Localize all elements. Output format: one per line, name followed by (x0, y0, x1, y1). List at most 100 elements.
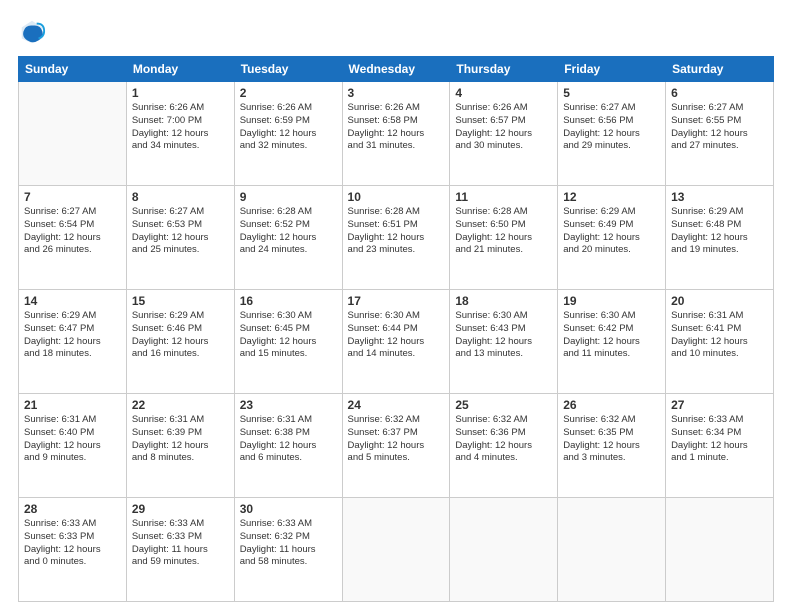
calendar-cell: 28 Sunrise: 6:33 AM Sunset: 6:33 PM Dayli… (19, 498, 127, 602)
calendar-cell: 21 Sunrise: 6:31 AM Sunset: 6:40 PM Dayli… (19, 394, 127, 498)
day-number: 4 (455, 86, 552, 100)
calendar-cell: 4 Sunrise: 6:26 AM Sunset: 6:57 PM Daylig… (450, 82, 558, 186)
day-info: Sunrise: 6:31 AM Sunset: 6:41 PM Dayligh… (671, 310, 768, 361)
calendar-cell: 3 Sunrise: 6:26 AM Sunset: 6:58 PM Daylig… (342, 82, 450, 186)
day-number: 1 (132, 86, 229, 100)
calendar-header: SundayMondayTuesdayWednesdayThursdayFrid… (19, 57, 774, 82)
calendar-cell: 13 Sunrise: 6:29 AM Sunset: 6:48 PM Dayli… (666, 186, 774, 290)
calendar-cell: 8Sunrise: 6:27 AM Sunset: 6:53 PM Daylig… (126, 186, 234, 290)
calendar-cell: 9Sunrise: 6:28 AM Sunset: 6:52 PM Daylig… (234, 186, 342, 290)
header (18, 18, 774, 46)
calendar-cell: 26 Sunrise: 6:32 AM Sunset: 6:35 PM Dayli… (558, 394, 666, 498)
calendar-cell: 5Sunrise: 6:27 AM Sunset: 6:56 PM Daylig… (558, 82, 666, 186)
calendar-cell: 17 Sunrise: 6:30 AM Sunset: 6:44 PM Dayli… (342, 290, 450, 394)
calendar-cell: 30 Sunrise: 6:33 AM Sunset: 6:32 PM Dayli… (234, 498, 342, 602)
day-number: 14 (24, 294, 121, 308)
day-info: Sunrise: 6:31 AM Sunset: 6:40 PM Dayligh… (24, 414, 121, 465)
calendar-cell: 7 Sunrise: 6:27 AM Sunset: 6:54 PM Daylig… (19, 186, 127, 290)
day-number: 19 (563, 294, 660, 308)
day-number: 22 (132, 398, 229, 412)
day-info: Sunrise: 6:32 AM Sunset: 6:35 PM Dayligh… (563, 414, 660, 465)
calendar-cell: 25Sunrise: 6:32 AM Sunset: 6:36 PM Dayli… (450, 394, 558, 498)
calendar-body: 1Sunrise: 6:26 AM Sunset: 7:00 PM Daylig… (19, 82, 774, 602)
calendar-cell: 2 Sunrise: 6:26 AM Sunset: 6:59 PM Daylig… (234, 82, 342, 186)
day-info: Sunrise: 6:28 AM Sunset: 6:52 PM Dayligh… (240, 206, 337, 257)
day-info: Sunrise: 6:29 AM Sunset: 6:47 PM Dayligh… (24, 310, 121, 361)
day-info: Sunrise: 6:29 AM Sunset: 6:48 PM Dayligh… (671, 206, 768, 257)
calendar-cell (19, 82, 127, 186)
day-info: Sunrise: 6:27 AM Sunset: 6:54 PM Dayligh… (24, 206, 121, 257)
day-info: Sunrise: 6:30 AM Sunset: 6:45 PM Dayligh… (240, 310, 337, 361)
day-info: Sunrise: 6:26 AM Sunset: 6:59 PM Dayligh… (240, 102, 337, 153)
calendar-cell: 20 Sunrise: 6:31 AM Sunset: 6:41 PM Dayli… (666, 290, 774, 394)
weekday-header: Thursday (450, 57, 558, 82)
day-info: Sunrise: 6:33 AM Sunset: 6:33 PM Dayligh… (24, 518, 121, 569)
day-info: Sunrise: 6:33 AM Sunset: 6:34 PM Dayligh… (671, 414, 768, 465)
weekday-header: Wednesday (342, 57, 450, 82)
day-info: Sunrise: 6:30 AM Sunset: 6:44 PM Dayligh… (348, 310, 445, 361)
day-number: 18 (455, 294, 552, 308)
calendar-table: SundayMondayTuesdayWednesdayThursdayFrid… (18, 56, 774, 602)
day-number: 28 (24, 502, 121, 516)
calendar-cell: 14 Sunrise: 6:29 AM Sunset: 6:47 PM Dayli… (19, 290, 127, 394)
weekday-header: Saturday (666, 57, 774, 82)
day-number: 5 (563, 86, 660, 100)
calendar-cell: 12 Sunrise: 6:29 AM Sunset: 6:49 PM Dayli… (558, 186, 666, 290)
day-info: Sunrise: 6:31 AM Sunset: 6:38 PM Dayligh… (240, 414, 337, 465)
calendar-cell: 24 Sunrise: 6:32 AM Sunset: 6:37 PM Dayli… (342, 394, 450, 498)
day-info: Sunrise: 6:33 AM Sunset: 6:33 PM Dayligh… (132, 518, 229, 569)
day-number: 23 (240, 398, 337, 412)
day-number: 30 (240, 502, 337, 516)
calendar-cell: 22 Sunrise: 6:31 AM Sunset: 6:39 PM Dayli… (126, 394, 234, 498)
calendar-cell: 23 Sunrise: 6:31 AM Sunset: 6:38 PM Dayli… (234, 394, 342, 498)
calendar-week-row: 1Sunrise: 6:26 AM Sunset: 7:00 PM Daylig… (19, 82, 774, 186)
day-info: Sunrise: 6:26 AM Sunset: 6:57 PM Dayligh… (455, 102, 552, 153)
day-info: Sunrise: 6:30 AM Sunset: 6:43 PM Dayligh… (455, 310, 552, 361)
calendar-cell: 6 Sunrise: 6:27 AM Sunset: 6:55 PM Daylig… (666, 82, 774, 186)
day-number: 24 (348, 398, 445, 412)
calendar-cell: 16Sunrise: 6:30 AM Sunset: 6:45 PM Dayli… (234, 290, 342, 394)
day-info: Sunrise: 6:33 AM Sunset: 6:32 PM Dayligh… (240, 518, 337, 569)
day-number: 29 (132, 502, 229, 516)
day-number: 10 (348, 190, 445, 204)
weekday-header: Friday (558, 57, 666, 82)
day-number: 7 (24, 190, 121, 204)
calendar-cell: 11 Sunrise: 6:28 AM Sunset: 6:50 PM Dayli… (450, 186, 558, 290)
day-number: 17 (348, 294, 445, 308)
calendar-cell: 10 Sunrise: 6:28 AM Sunset: 6:51 PM Dayli… (342, 186, 450, 290)
page: SundayMondayTuesdayWednesdayThursdayFrid… (0, 0, 792, 612)
day-number: 11 (455, 190, 552, 204)
day-number: 26 (563, 398, 660, 412)
header-row: SundayMondayTuesdayWednesdayThursdayFrid… (19, 57, 774, 82)
weekday-header: Monday (126, 57, 234, 82)
calendar-cell: 29 Sunrise: 6:33 AM Sunset: 6:33 PM Dayli… (126, 498, 234, 602)
day-info: Sunrise: 6:26 AM Sunset: 6:58 PM Dayligh… (348, 102, 445, 153)
calendar-cell: 1Sunrise: 6:26 AM Sunset: 7:00 PM Daylig… (126, 82, 234, 186)
calendar-week-row: 28 Sunrise: 6:33 AM Sunset: 6:33 PM Dayli… (19, 498, 774, 602)
calendar-cell: 15Sunrise: 6:29 AM Sunset: 6:46 PM Dayli… (126, 290, 234, 394)
day-number: 3 (348, 86, 445, 100)
calendar-cell: 27Sunrise: 6:33 AM Sunset: 6:34 PM Dayli… (666, 394, 774, 498)
day-info: Sunrise: 6:28 AM Sunset: 6:50 PM Dayligh… (455, 206, 552, 257)
day-info: Sunrise: 6:27 AM Sunset: 6:55 PM Dayligh… (671, 102, 768, 153)
day-number: 6 (671, 86, 768, 100)
day-info: Sunrise: 6:29 AM Sunset: 6:46 PM Dayligh… (132, 310, 229, 361)
day-info: Sunrise: 6:29 AM Sunset: 6:49 PM Dayligh… (563, 206, 660, 257)
day-number: 8 (132, 190, 229, 204)
weekday-header: Sunday (19, 57, 127, 82)
day-number: 2 (240, 86, 337, 100)
calendar-week-row: 21 Sunrise: 6:31 AM Sunset: 6:40 PM Dayli… (19, 394, 774, 498)
day-number: 25 (455, 398, 552, 412)
day-info: Sunrise: 6:32 AM Sunset: 6:37 PM Dayligh… (348, 414, 445, 465)
day-number: 21 (24, 398, 121, 412)
calendar-week-row: 7 Sunrise: 6:27 AM Sunset: 6:54 PM Daylig… (19, 186, 774, 290)
day-number: 20 (671, 294, 768, 308)
logo (18, 18, 50, 46)
calendar-cell: 19Sunrise: 6:30 AM Sunset: 6:42 PM Dayli… (558, 290, 666, 394)
day-number: 12 (563, 190, 660, 204)
day-info: Sunrise: 6:31 AM Sunset: 6:39 PM Dayligh… (132, 414, 229, 465)
day-info: Sunrise: 6:28 AM Sunset: 6:51 PM Dayligh… (348, 206, 445, 257)
day-number: 13 (671, 190, 768, 204)
calendar-cell (558, 498, 666, 602)
logo-icon (18, 18, 46, 46)
